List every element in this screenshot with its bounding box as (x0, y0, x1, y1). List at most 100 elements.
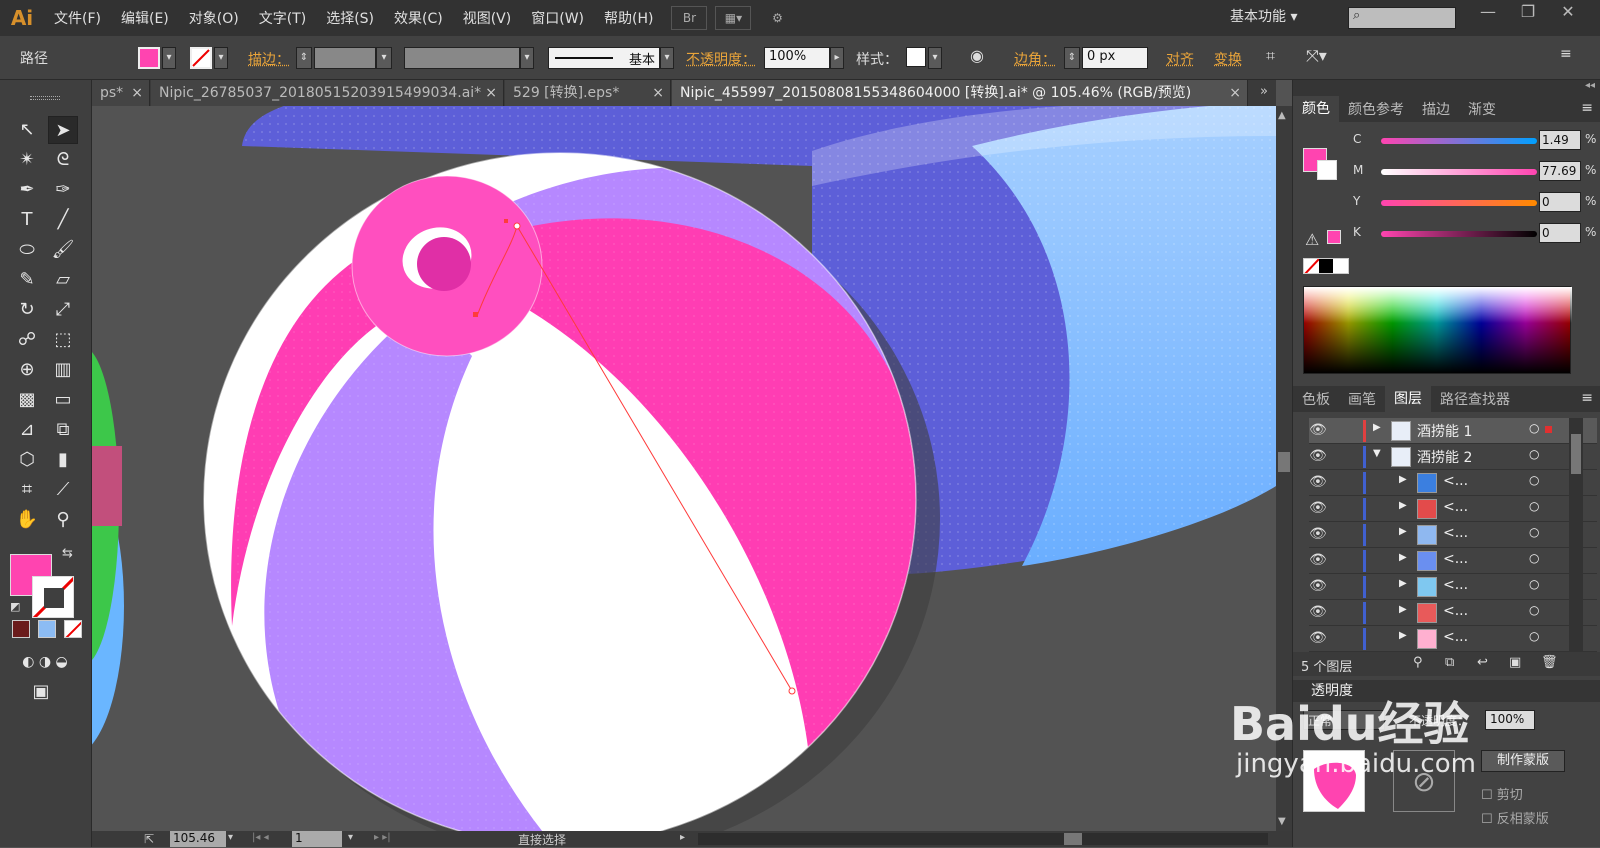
expand-triangle-icon[interactable]: ▶ (1373, 422, 1381, 433)
channel-value-field[interactable]: 0 (1539, 223, 1581, 243)
layers-panel-tab[interactable]: 色板 (1293, 389, 1339, 409)
layer-row[interactable]: 👁 ▶ <... ○ (1309, 574, 1597, 600)
none-mode-button[interactable] (64, 620, 82, 638)
layers-panel-tab[interactable]: 图层 (1385, 386, 1431, 412)
artboard-field[interactable]: 1 (292, 831, 342, 847)
close-icon[interactable]: × (1229, 80, 1241, 106)
channel-value-field[interactable]: 77.69 (1539, 161, 1581, 181)
artboard-tool-icon[interactable]: ⌗ (12, 476, 42, 504)
channel-slider-k[interactable]: K 0% (1303, 223, 1596, 247)
panel-menu-icon[interactable]: ≡ (1581, 100, 1593, 116)
stroke-dropdown[interactable]: ▾ (214, 47, 228, 69)
corner-radius-field[interactable]: 0 px (1082, 47, 1148, 69)
blend-mode-select[interactable]: 正常 (1303, 710, 1385, 730)
channel-value-field[interactable]: 0 (1539, 192, 1581, 212)
new-layer-icon[interactable]: ▣ (1509, 655, 1521, 670)
color-panel-tab[interactable]: 渐变 (1459, 99, 1505, 119)
color-panel-tab[interactable]: 描边 (1413, 99, 1459, 119)
slider-track[interactable] (1381, 200, 1537, 206)
swap-colors-icon[interactable]: ⇆ (62, 546, 73, 561)
close-icon[interactable]: × (131, 80, 143, 106)
gradient-tool-icon[interactable]: ▭ (48, 386, 78, 414)
opacity-field[interactable]: 100% (764, 47, 830, 69)
arrange-documents-icon[interactable]: ▦▾ (715, 6, 752, 30)
stroke-weight-field[interactable] (314, 47, 376, 69)
layer-row[interactable]: 👁 ▶ <... ○ (1309, 496, 1597, 522)
menu-item[interactable]: 选择(S) (316, 8, 384, 28)
white-swatch[interactable] (1333, 259, 1349, 273)
corner-label[interactable]: 边角： (1014, 49, 1056, 71)
line-tool-icon[interactable]: ╱ (48, 206, 78, 234)
close-window-button[interactable]: ✕ (1548, 0, 1588, 26)
column-graph-tool-icon[interactable]: ▮ (48, 446, 78, 474)
isolate-icon[interactable]: ⌗ (1266, 46, 1275, 68)
slider-track[interactable] (1381, 138, 1537, 144)
fill-dropdown[interactable]: ▾ (162, 47, 176, 69)
free-transform-tool-icon[interactable]: ⬚ (48, 326, 78, 354)
channel-value-field[interactable]: 1.49 (1539, 130, 1581, 150)
default-colors-icon[interactable]: ◩ (10, 600, 20, 613)
brush-dropdown[interactable]: ▾ (660, 47, 674, 69)
layers-panel-tab[interactable]: 画笔 (1339, 389, 1385, 409)
slice-tool-icon[interactable]: ⟋ (48, 476, 78, 504)
next-artboard-icon[interactable]: ▸ ▸| (374, 832, 391, 843)
quick-swatches[interactable] (1303, 258, 1349, 274)
more-tabs-icon[interactable]: » (1260, 84, 1268, 99)
drawing-modes-icon[interactable]: ◐ ◑ ◒ (6, 648, 84, 676)
mask-thumbnail[interactable]: ⊘ (1393, 750, 1455, 812)
style-dropdown[interactable]: ▾ (928, 47, 942, 69)
gradient-mode-button[interactable] (38, 620, 56, 638)
horizontal-scrollbar[interactable] (698, 833, 1268, 845)
align-link[interactable]: 对齐 (1166, 49, 1194, 71)
expand-triangle-icon[interactable]: ▶ (1399, 604, 1407, 615)
direct-selection-tool-icon[interactable]: ➤ (48, 116, 78, 144)
color-panel-tab[interactable]: 颜色 (1293, 96, 1339, 122)
expand-triangle-icon[interactable]: ▶ (1399, 552, 1407, 563)
channel-slider-y[interactable]: Y 0% (1303, 192, 1596, 216)
warp-tool-icon[interactable]: ☍ (12, 326, 42, 354)
layers-panel-tab[interactable]: 路径查找器 (1431, 389, 1519, 409)
recolor-artwork-icon[interactable]: ◉ (970, 46, 984, 68)
eyedropper-tool-icon[interactable]: ⊿ (12, 416, 42, 444)
out-of-gamut-icon[interactable]: ⚠ (1305, 230, 1319, 249)
zoom-tool-icon[interactable]: ⚲ (48, 506, 78, 534)
perspective-grid-tool-icon[interactable]: ▥ (48, 356, 78, 384)
eye-icon[interactable]: 👁 (1309, 578, 1327, 594)
close-icon[interactable]: × (485, 80, 497, 106)
workspace-switcher[interactable]: 基本功能 ▾ (1230, 6, 1297, 26)
layer-row[interactable]: 👁 ▶ <... ○ (1309, 626, 1597, 652)
target-circle-icon[interactable]: ○ (1529, 421, 1539, 435)
locate-object-icon[interactable]: ⚲ (1413, 655, 1423, 670)
first-artboard-icon[interactable]: |◂ ◂ (252, 832, 269, 843)
layer-row[interactable]: 👁 ▶ <... ○ (1309, 470, 1597, 496)
eye-icon[interactable]: 👁 (1309, 448, 1327, 464)
target-circle-icon[interactable]: ○ (1529, 499, 1539, 513)
symbol-sprayer-tool-icon[interactable]: ⬡ (12, 446, 42, 474)
artboard-canvas[interactable] (92, 106, 1276, 831)
panel-menu-icon[interactable]: ≡ (1581, 390, 1593, 406)
make-mask-button[interactable]: 制作蒙版 (1481, 750, 1565, 772)
channel-slider-m[interactable]: M 77.69% (1303, 161, 1596, 185)
menu-item[interactable]: 编辑(E) (111, 8, 179, 28)
menu-item[interactable]: 效果(C) (384, 8, 453, 28)
gamut-swatch[interactable] (1327, 230, 1341, 244)
transparency-opacity-field[interactable]: 100% (1485, 710, 1535, 730)
expand-triangle-icon[interactable]: ▶ (1399, 630, 1407, 641)
menu-item[interactable]: 对象(O) (179, 8, 249, 28)
artboard-dropdown[interactable]: ▾ (348, 832, 353, 843)
make-clipping-mask-icon[interactable]: ⧉ (1445, 655, 1454, 670)
color-mode-button[interactable] (12, 620, 30, 638)
black-swatch[interactable] (1318, 259, 1334, 273)
graphic-style-swatch[interactable] (906, 47, 926, 67)
zoom-field[interactable]: 105.46 (170, 831, 226, 847)
menu-item[interactable]: 窗口(W) (521, 8, 594, 28)
paintbrush-tool-icon[interactable]: 🖌 (48, 236, 78, 264)
status-menu-icon[interactable]: ▸ (680, 832, 685, 843)
expand-triangle-icon[interactable]: ▶ (1399, 578, 1407, 589)
scroll-thumb[interactable] (1278, 452, 1290, 472)
stroke-color-box[interactable] (32, 576, 74, 618)
hand-tool-icon[interactable]: ✋ (12, 506, 42, 534)
stroke-weight-dropdown[interactable]: ▾ (376, 47, 392, 69)
opacity-dropdown[interactable]: ▸ (830, 47, 844, 69)
invert-mask-checkbox[interactable]: ☐ 反相蒙版 (1481, 808, 1549, 827)
